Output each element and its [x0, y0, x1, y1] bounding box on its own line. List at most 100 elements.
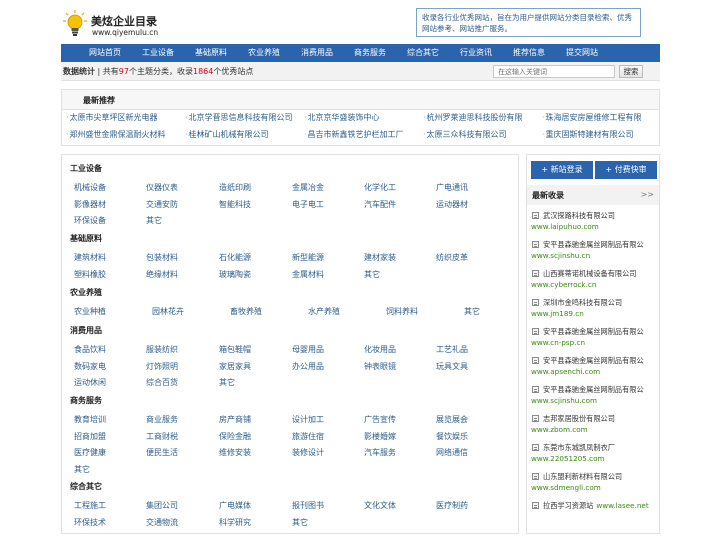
category-link[interactable]: 科学研究	[219, 517, 251, 528]
recent-site-url[interactable]: www.laipuhuo.com	[531, 221, 659, 232]
recommend-item[interactable]: 重庆固斯特建材有限公司	[542, 129, 634, 140]
category-link[interactable]: 金属冶金	[292, 182, 324, 193]
category-link[interactable]: 运动休闲	[74, 377, 106, 388]
category-link[interactable]: 集团公司	[146, 500, 178, 511]
category-link[interactable]: 其它	[464, 306, 480, 317]
category-link[interactable]: 机械设备	[74, 182, 106, 193]
category-link[interactable]: 商业服务	[146, 414, 178, 425]
category-link[interactable]: 环保技术	[74, 517, 106, 528]
recent-site-name[interactable]: 武汉探路科技有限公司	[531, 210, 659, 221]
category-link[interactable]: 智能科技	[219, 199, 251, 210]
category-link[interactable]: 旅游住宿	[292, 431, 324, 442]
category-link[interactable]: 工商财税	[146, 431, 178, 442]
recent-site-name[interactable]: 安平县森驰金属丝网制品有限公	[531, 326, 659, 337]
nav-item-news[interactable]: 行业资讯	[460, 44, 492, 62]
recent-site-url[interactable]: www.cyberrock.cn	[531, 279, 659, 290]
category-link[interactable]: 展览展会	[436, 414, 468, 425]
recommend-item[interactable]: 杭州罗莱迪思科技股份有限	[423, 112, 523, 123]
category-link[interactable]: 建筑材料	[74, 252, 106, 263]
category-link[interactable]: 畜牧养殖	[230, 306, 262, 317]
category-link[interactable]: 医疗制药	[436, 500, 468, 511]
category-link[interactable]: 影像器材	[74, 199, 106, 210]
recent-site-name[interactable]: 安平县森驰金属丝网制品有限公	[531, 355, 659, 366]
category-link[interactable]: 其它	[219, 377, 235, 388]
category-link[interactable]: 工程施工	[74, 500, 106, 511]
category-link[interactable]: 金属材料	[292, 269, 324, 280]
category-link[interactable]: 其它	[364, 269, 380, 280]
category-link[interactable]: 汽车服务	[364, 447, 396, 458]
submit-site-button[interactable]: + 新站登录	[531, 161, 593, 179]
search-input[interactable]	[493, 65, 615, 78]
site-logo[interactable]: 美炫企业目录 www.qiyemulu.cn	[61, 8, 181, 42]
category-link[interactable]: 化妆用品	[364, 344, 396, 355]
category-link[interactable]: 报刊图书	[292, 500, 324, 511]
category-link[interactable]: 新型能源	[292, 252, 324, 263]
category-link[interactable]: 园林花卉	[152, 306, 184, 317]
recommend-item[interactable]: 珠海居安房屋维修工程有限	[542, 112, 642, 123]
category-link[interactable]: 其它	[292, 517, 308, 528]
category-link[interactable]: 广电媒体	[219, 500, 251, 511]
category-link[interactable]: 运动器材	[436, 199, 468, 210]
recent-site-url[interactable]: www.22051205.com	[531, 453, 659, 464]
category-link[interactable]: 综合百货	[146, 377, 178, 388]
category-link[interactable]: 纺织皮革	[436, 252, 468, 263]
category-link[interactable]: 其它	[146, 215, 162, 226]
recommend-item[interactable]: 桂林矿山机械有限公司	[185, 129, 269, 140]
recent-site-name[interactable]: 东莞市东城凯凤制衣厂	[531, 442, 659, 453]
category-link[interactable]: 仪器仪表	[146, 182, 178, 193]
category-link[interactable]: 保险金融	[219, 431, 251, 442]
recommend-item[interactable]: 太原三众科技有限公司	[423, 129, 507, 140]
category-link[interactable]: 母婴用品	[292, 344, 324, 355]
category-link[interactable]: 环保设备	[74, 215, 106, 226]
nav-item-home[interactable]: 网站首页	[89, 44, 121, 62]
recommend-item[interactable]: 郑州盛世金鼎保温耐火材料	[66, 129, 166, 140]
category-link[interactable]: 箱包鞋帽	[219, 344, 251, 355]
category-link[interactable]: 房产商铺	[219, 414, 251, 425]
category-link[interactable]: 广告宣传	[364, 414, 396, 425]
category-link[interactable]: 招商加盟	[74, 431, 106, 442]
nav-item-business[interactable]: 商务服务	[354, 44, 386, 62]
recent-site-name[interactable]: 拉西学习资源站	[531, 500, 593, 511]
category-link[interactable]: 工艺礼品	[436, 344, 468, 355]
recent-site-url[interactable]: www.sdmengli.com	[531, 482, 659, 493]
category-link[interactable]: 交通物流	[146, 517, 178, 528]
category-link[interactable]: 办公用品	[292, 361, 324, 372]
category-link[interactable]: 影楼婚嫁	[364, 431, 396, 442]
recent-site-name[interactable]: 山西赛蒂诺机械设备有限公司	[531, 268, 659, 279]
category-link[interactable]: 化学化工	[364, 182, 396, 193]
category-link[interactable]: 教育培训	[74, 414, 106, 425]
category-link[interactable]: 塑料橡胶	[74, 269, 106, 280]
category-link[interactable]: 钟表眼镜	[364, 361, 396, 372]
category-link[interactable]: 医疗健康	[74, 447, 106, 458]
category-link[interactable]: 便民生活	[146, 447, 178, 458]
category-link[interactable]: 餐饮娱乐	[436, 431, 468, 442]
category-link[interactable]: 建材家装	[364, 252, 396, 263]
category-link[interactable]: 家居家具	[219, 361, 251, 372]
recommend-item[interactable]: 昌吉市新鑫铁艺护栏加工厂	[304, 129, 404, 140]
recent-more-link[interactable]: >>	[641, 190, 654, 199]
category-link[interactable]: 其它	[74, 464, 90, 475]
category-link[interactable]: 交通安防	[146, 199, 178, 210]
recommend-item[interactable]: 太原市尖草坪区新光电器	[66, 112, 158, 123]
category-link[interactable]: 食品饮料	[74, 344, 106, 355]
nav-item-submit[interactable]: 提交网站	[566, 44, 598, 62]
category-link[interactable]: 包装材料	[146, 252, 178, 263]
category-link[interactable]: 文化文体	[364, 500, 396, 511]
category-link[interactable]: 玻璃陶瓷	[219, 269, 251, 280]
nav-item-materials[interactable]: 基础原料	[195, 44, 227, 62]
recent-site-name[interactable]: 山东盟利新材料有限公司	[531, 471, 659, 482]
recent-site-name[interactable]: 安平县森驰金属丝网制品有限公	[531, 239, 659, 250]
category-link[interactable]: 设计加工	[292, 414, 324, 425]
category-link[interactable]: 装修设计	[292, 447, 324, 458]
category-link[interactable]: 饲料养料	[386, 306, 418, 317]
category-link[interactable]: 维修安装	[219, 447, 251, 458]
category-link[interactable]: 数码家电	[74, 361, 106, 372]
category-link[interactable]: 农业种植	[74, 306, 106, 317]
category-link[interactable]: 汽车配件	[364, 199, 396, 210]
category-link[interactable]: 网络通信	[436, 447, 468, 458]
category-link[interactable]: 灯饰照明	[146, 361, 178, 372]
category-link[interactable]: 电子电工	[292, 199, 324, 210]
search-button[interactable]: 搜索	[619, 65, 643, 78]
recent-site-url[interactable]: www.zbom.com	[531, 424, 659, 435]
recent-site-url[interactable]: www.scjinshu.cn	[531, 250, 659, 261]
